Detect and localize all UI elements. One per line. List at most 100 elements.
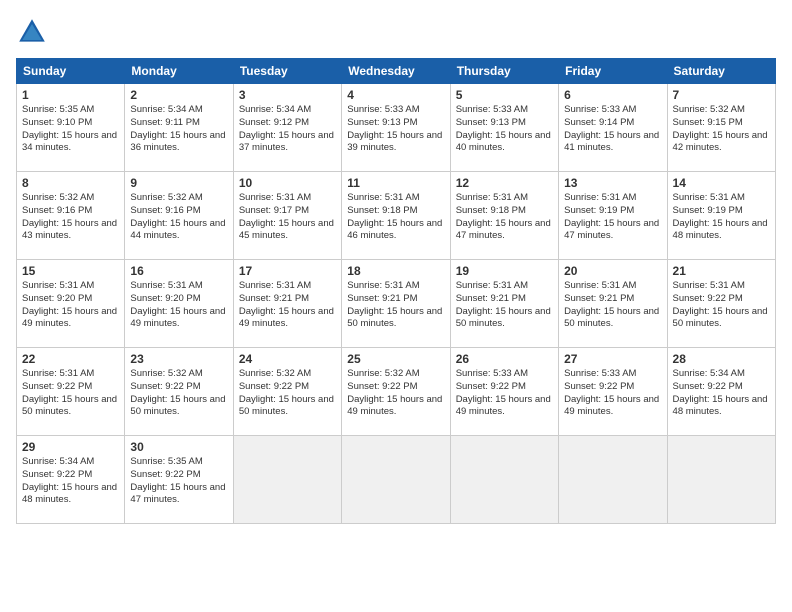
calendar-week-row: 8 Sunrise: 5:32 AMSunset: 9:16 PMDayligh… bbox=[17, 172, 776, 260]
table-row: 21 Sunrise: 5:31 AMSunset: 9:22 PMDaylig… bbox=[667, 260, 775, 348]
day-info: Sunrise: 5:31 AMSunset: 9:18 PMDaylight:… bbox=[347, 192, 444, 243]
table-row bbox=[450, 436, 558, 524]
day-number: 6 bbox=[564, 88, 661, 102]
day-number: 14 bbox=[673, 176, 770, 190]
table-row: 3 Sunrise: 5:34 AMSunset: 9:12 PMDayligh… bbox=[233, 84, 341, 172]
table-row: 19 Sunrise: 5:31 AMSunset: 9:21 PMDaylig… bbox=[450, 260, 558, 348]
day-number: 7 bbox=[673, 88, 770, 102]
day-number: 30 bbox=[130, 440, 227, 454]
day-info: Sunrise: 5:31 AMSunset: 9:20 PMDaylight:… bbox=[22, 280, 119, 331]
table-row: 23 Sunrise: 5:32 AMSunset: 9:22 PMDaylig… bbox=[125, 348, 233, 436]
day-number: 10 bbox=[239, 176, 336, 190]
day-number: 29 bbox=[22, 440, 119, 454]
day-info: Sunrise: 5:33 AMSunset: 9:22 PMDaylight:… bbox=[456, 368, 553, 419]
day-number: 3 bbox=[239, 88, 336, 102]
table-row bbox=[342, 436, 450, 524]
table-row: 7 Sunrise: 5:32 AMSunset: 9:15 PMDayligh… bbox=[667, 84, 775, 172]
page: Sunday Monday Tuesday Wednesday Thursday… bbox=[0, 0, 792, 612]
table-row: 11 Sunrise: 5:31 AMSunset: 9:18 PMDaylig… bbox=[342, 172, 450, 260]
day-info: Sunrise: 5:33 AMSunset: 9:22 PMDaylight:… bbox=[564, 368, 661, 419]
table-row: 10 Sunrise: 5:31 AMSunset: 9:17 PMDaylig… bbox=[233, 172, 341, 260]
day-info: Sunrise: 5:31 AMSunset: 9:20 PMDaylight:… bbox=[130, 280, 227, 331]
table-row: 28 Sunrise: 5:34 AMSunset: 9:22 PMDaylig… bbox=[667, 348, 775, 436]
table-row: 2 Sunrise: 5:34 AMSunset: 9:11 PMDayligh… bbox=[125, 84, 233, 172]
day-number: 1 bbox=[22, 88, 119, 102]
day-number: 12 bbox=[456, 176, 553, 190]
day-info: Sunrise: 5:31 AMSunset: 9:22 PMDaylight:… bbox=[22, 368, 119, 419]
day-info: Sunrise: 5:34 AMSunset: 9:22 PMDaylight:… bbox=[673, 368, 770, 419]
day-info: Sunrise: 5:32 AMSunset: 9:22 PMDaylight:… bbox=[347, 368, 444, 419]
day-info: Sunrise: 5:34 AMSunset: 9:11 PMDaylight:… bbox=[130, 104, 227, 155]
day-number: 2 bbox=[130, 88, 227, 102]
table-row bbox=[233, 436, 341, 524]
table-row: 4 Sunrise: 5:33 AMSunset: 9:13 PMDayligh… bbox=[342, 84, 450, 172]
day-info: Sunrise: 5:31 AMSunset: 9:17 PMDaylight:… bbox=[239, 192, 336, 243]
day-info: Sunrise: 5:32 AMSunset: 9:16 PMDaylight:… bbox=[22, 192, 119, 243]
table-row: 27 Sunrise: 5:33 AMSunset: 9:22 PMDaylig… bbox=[559, 348, 667, 436]
table-row: 30 Sunrise: 5:35 AMSunset: 9:22 PMDaylig… bbox=[125, 436, 233, 524]
table-row bbox=[667, 436, 775, 524]
table-row: 20 Sunrise: 5:31 AMSunset: 9:21 PMDaylig… bbox=[559, 260, 667, 348]
day-number: 18 bbox=[347, 264, 444, 278]
day-info: Sunrise: 5:35 AMSunset: 9:22 PMDaylight:… bbox=[130, 456, 227, 507]
day-number: 13 bbox=[564, 176, 661, 190]
calendar-table: Sunday Monday Tuesday Wednesday Thursday… bbox=[16, 58, 776, 524]
table-row: 1 Sunrise: 5:35 AMSunset: 9:10 PMDayligh… bbox=[17, 84, 125, 172]
col-saturday: Saturday bbox=[667, 59, 775, 84]
table-row: 8 Sunrise: 5:32 AMSunset: 9:16 PMDayligh… bbox=[17, 172, 125, 260]
table-row: 14 Sunrise: 5:31 AMSunset: 9:19 PMDaylig… bbox=[667, 172, 775, 260]
day-number: 9 bbox=[130, 176, 227, 190]
table-row: 12 Sunrise: 5:31 AMSunset: 9:18 PMDaylig… bbox=[450, 172, 558, 260]
table-row: 26 Sunrise: 5:33 AMSunset: 9:22 PMDaylig… bbox=[450, 348, 558, 436]
day-number: 22 bbox=[22, 352, 119, 366]
day-number: 28 bbox=[673, 352, 770, 366]
day-info: Sunrise: 5:31 AMSunset: 9:21 PMDaylight:… bbox=[564, 280, 661, 331]
day-info: Sunrise: 5:32 AMSunset: 9:16 PMDaylight:… bbox=[130, 192, 227, 243]
day-info: Sunrise: 5:31 AMSunset: 9:21 PMDaylight:… bbox=[239, 280, 336, 331]
col-thursday: Thursday bbox=[450, 59, 558, 84]
table-row: 13 Sunrise: 5:31 AMSunset: 9:19 PMDaylig… bbox=[559, 172, 667, 260]
table-row: 18 Sunrise: 5:31 AMSunset: 9:21 PMDaylig… bbox=[342, 260, 450, 348]
day-info: Sunrise: 5:33 AMSunset: 9:13 PMDaylight:… bbox=[347, 104, 444, 155]
day-info: Sunrise: 5:32 AMSunset: 9:15 PMDaylight:… bbox=[673, 104, 770, 155]
day-number: 20 bbox=[564, 264, 661, 278]
day-number: 23 bbox=[130, 352, 227, 366]
col-sunday: Sunday bbox=[17, 59, 125, 84]
logo-icon bbox=[16, 16, 48, 48]
day-number: 21 bbox=[673, 264, 770, 278]
table-row: 15 Sunrise: 5:31 AMSunset: 9:20 PMDaylig… bbox=[17, 260, 125, 348]
day-info: Sunrise: 5:31 AMSunset: 9:19 PMDaylight:… bbox=[673, 192, 770, 243]
day-number: 26 bbox=[456, 352, 553, 366]
calendar-header-row: Sunday Monday Tuesday Wednesday Thursday… bbox=[17, 59, 776, 84]
day-number: 27 bbox=[564, 352, 661, 366]
table-row: 16 Sunrise: 5:31 AMSunset: 9:20 PMDaylig… bbox=[125, 260, 233, 348]
col-friday: Friday bbox=[559, 59, 667, 84]
table-row: 25 Sunrise: 5:32 AMSunset: 9:22 PMDaylig… bbox=[342, 348, 450, 436]
table-row: 24 Sunrise: 5:32 AMSunset: 9:22 PMDaylig… bbox=[233, 348, 341, 436]
calendar-week-row: 29 Sunrise: 5:34 AMSunset: 9:22 PMDaylig… bbox=[17, 436, 776, 524]
day-number: 11 bbox=[347, 176, 444, 190]
day-number: 24 bbox=[239, 352, 336, 366]
calendar-week-row: 15 Sunrise: 5:31 AMSunset: 9:20 PMDaylig… bbox=[17, 260, 776, 348]
table-row: 17 Sunrise: 5:31 AMSunset: 9:21 PMDaylig… bbox=[233, 260, 341, 348]
calendar-week-row: 22 Sunrise: 5:31 AMSunset: 9:22 PMDaylig… bbox=[17, 348, 776, 436]
col-tuesday: Tuesday bbox=[233, 59, 341, 84]
day-info: Sunrise: 5:33 AMSunset: 9:13 PMDaylight:… bbox=[456, 104, 553, 155]
day-info: Sunrise: 5:31 AMSunset: 9:19 PMDaylight:… bbox=[564, 192, 661, 243]
day-info: Sunrise: 5:33 AMSunset: 9:14 PMDaylight:… bbox=[564, 104, 661, 155]
table-row: 6 Sunrise: 5:33 AMSunset: 9:14 PMDayligh… bbox=[559, 84, 667, 172]
table-row: 22 Sunrise: 5:31 AMSunset: 9:22 PMDaylig… bbox=[17, 348, 125, 436]
day-number: 4 bbox=[347, 88, 444, 102]
table-row: 29 Sunrise: 5:34 AMSunset: 9:22 PMDaylig… bbox=[17, 436, 125, 524]
day-number: 16 bbox=[130, 264, 227, 278]
table-row: 9 Sunrise: 5:32 AMSunset: 9:16 PMDayligh… bbox=[125, 172, 233, 260]
calendar-week-row: 1 Sunrise: 5:35 AMSunset: 9:10 PMDayligh… bbox=[17, 84, 776, 172]
day-info: Sunrise: 5:35 AMSunset: 9:10 PMDaylight:… bbox=[22, 104, 119, 155]
day-info: Sunrise: 5:31 AMSunset: 9:22 PMDaylight:… bbox=[673, 280, 770, 331]
day-number: 15 bbox=[22, 264, 119, 278]
day-info: Sunrise: 5:31 AMSunset: 9:21 PMDaylight:… bbox=[347, 280, 444, 331]
day-info: Sunrise: 5:31 AMSunset: 9:21 PMDaylight:… bbox=[456, 280, 553, 331]
day-info: Sunrise: 5:34 AMSunset: 9:22 PMDaylight:… bbox=[22, 456, 119, 507]
day-info: Sunrise: 5:32 AMSunset: 9:22 PMDaylight:… bbox=[130, 368, 227, 419]
col-wednesday: Wednesday bbox=[342, 59, 450, 84]
